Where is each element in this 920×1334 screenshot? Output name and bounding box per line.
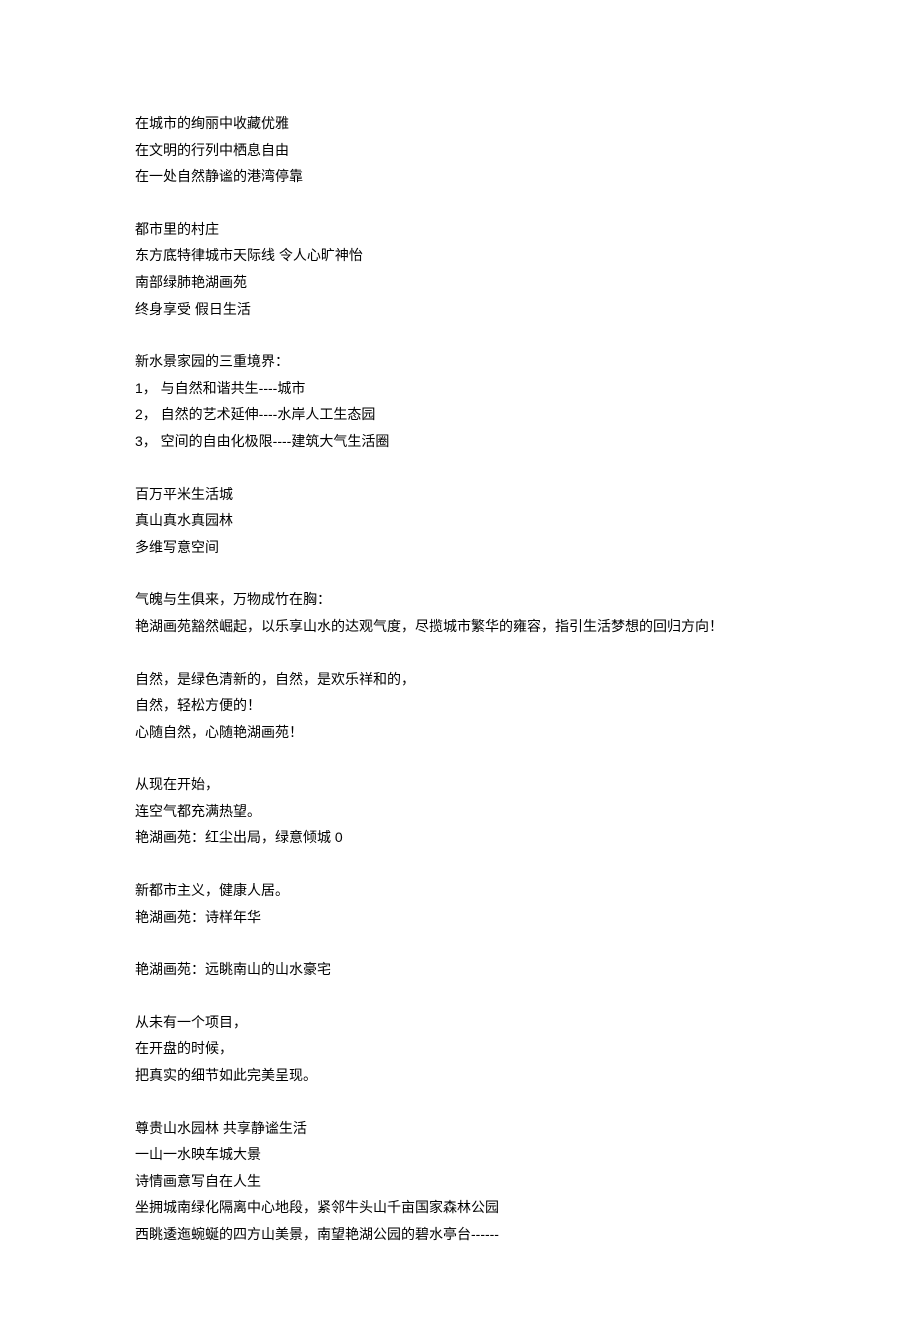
text-line: 在开盘的时候， — [135, 1035, 785, 1062]
paragraph-block: 从现在开始，连空气都充满热望。艳湖画苑：红尘出局，绿意倾城 0 — [135, 771, 785, 851]
paragraph-block: 气魄与生俱来，万物成竹在胸：艳湖画苑豁然崛起，以乐享山水的达观气度，尽揽城市繁华… — [135, 586, 785, 639]
text-line: 尊贵山水园林 共享静谧生活 — [135, 1115, 785, 1142]
paragraph-block: 都市里的村庄东方底特律城市天际线 令人心旷神怡南部绿肺艳湖画苑终身享受 假日生活 — [135, 216, 785, 322]
text-line: 艳湖画苑：远眺南山的山水豪宅 — [135, 956, 785, 983]
text-line: 艳湖画苑：红尘出局，绿意倾城 0 — [135, 824, 785, 851]
text-line: 百万平米生活城 — [135, 481, 785, 508]
text-line: 气魄与生俱来，万物成竹在胸： — [135, 586, 785, 613]
paragraph-block: 从未有一个项目，在开盘的时候，把真实的细节如此完美呈现。 — [135, 1009, 785, 1089]
text-line: 艳湖画苑豁然崛起，以乐享山水的达观气度，尽揽城市繁华的雍容，指引生活梦想的回归方… — [135, 613, 785, 640]
text-line: 从现在开始， — [135, 771, 785, 798]
paragraph-block: 百万平米生活城真山真水真园林多维写意空间 — [135, 481, 785, 561]
text-line: 自然，轻松方便的！ — [135, 692, 785, 719]
paragraph-block: 在城市的绚丽中收藏优雅在文明的行列中栖息自由在一处自然静谧的港湾停靠 — [135, 110, 785, 190]
text-line: 自然，是绿色清新的，自然，是欢乐祥和的， — [135, 666, 785, 693]
text-line: 多维写意空间 — [135, 534, 785, 561]
text-line: 3， 空间的自由化极限----建筑大气生活圈 — [135, 428, 785, 455]
text-line: 终身享受 假日生活 — [135, 296, 785, 323]
text-line: 在城市的绚丽中收藏优雅 — [135, 110, 785, 137]
text-line: 新水景家园的三重境界： — [135, 348, 785, 375]
text-line: 新都市主义，健康人居。 — [135, 877, 785, 904]
paragraph-block: 自然，是绿色清新的，自然，是欢乐祥和的，自然，轻松方便的！心随自然，心随艳湖画苑… — [135, 666, 785, 746]
paragraph-block: 新都市主义，健康人居。艳湖画苑：诗样年华 — [135, 877, 785, 930]
text-line: 心随自然，心随艳湖画苑！ — [135, 719, 785, 746]
text-line: 从未有一个项目， — [135, 1009, 785, 1036]
text-line: 把真实的细节如此完美呈现。 — [135, 1062, 785, 1089]
paragraph-block: 艳湖画苑：远眺南山的山水豪宅 — [135, 956, 785, 983]
text-line: 2， 自然的艺术延伸----水岸人工生态园 — [135, 401, 785, 428]
text-line: 连空气都充满热望。 — [135, 798, 785, 825]
document-body: 在城市的绚丽中收藏优雅在文明的行列中栖息自由在一处自然静谧的港湾停靠都市里的村庄… — [135, 110, 785, 1248]
text-line: 真山真水真园林 — [135, 507, 785, 534]
text-line: 南部绿肺艳湖画苑 — [135, 269, 785, 296]
paragraph-block: 尊贵山水园林 共享静谧生活一山一水映车城大景诗情画意写自在人生坐拥城南绿化隔离中… — [135, 1115, 785, 1248]
text-line: 西眺逶迤蜿蜒的四方山美景，南望艳湖公园的碧水亭台------ — [135, 1221, 785, 1248]
text-line: 诗情画意写自在人生 — [135, 1168, 785, 1195]
text-line: 一山一水映车城大景 — [135, 1141, 785, 1168]
text-line: 1， 与自然和谐共生----城市 — [135, 375, 785, 402]
text-line: 在一处自然静谧的港湾停靠 — [135, 163, 785, 190]
text-line: 在文明的行列中栖息自由 — [135, 137, 785, 164]
text-line: 艳湖画苑：诗样年华 — [135, 904, 785, 931]
text-line: 坐拥城南绿化隔离中心地段，紧邻牛头山千亩国家森林公园 — [135, 1194, 785, 1221]
text-line: 东方底特律城市天际线 令人心旷神怡 — [135, 242, 785, 269]
text-line: 都市里的村庄 — [135, 216, 785, 243]
paragraph-block: 新水景家园的三重境界：1， 与自然和谐共生----城市2， 自然的艺术延伸---… — [135, 348, 785, 454]
